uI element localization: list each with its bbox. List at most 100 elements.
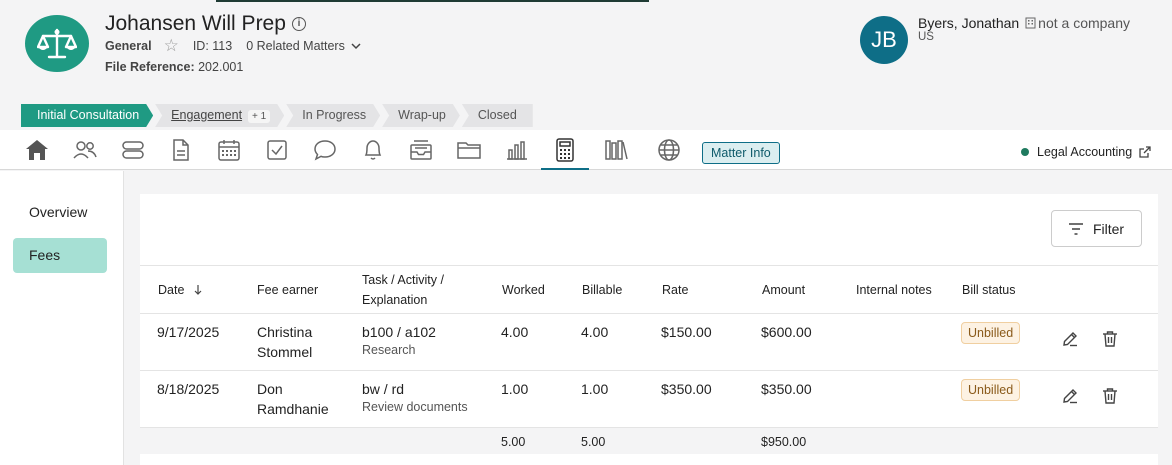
stack-icon[interactable] (120, 137, 146, 163)
total-billable: 5.00 (581, 435, 606, 449)
client-name[interactable]: Byers, Jonathan (918, 15, 1019, 31)
file-reference-value: 202.001 (198, 60, 244, 74)
chat-icon[interactable] (312, 137, 338, 163)
column-task-line2[interactable]: Explanation (362, 290, 427, 310)
matter-header: Johansen Will Prep i General ☆ ID: 113 0… (0, 0, 1172, 97)
building-icon (1025, 17, 1036, 29)
row-billable: 1.00 (581, 381, 609, 397)
document-icon[interactable] (168, 137, 194, 163)
column-date-label: Date (158, 283, 185, 297)
chevron-down-icon (351, 43, 361, 50)
column-internal-notes[interactable]: Internal notes (856, 280, 932, 300)
row-task: bw / rd (362, 381, 405, 397)
total-worked: 5.00 (501, 435, 526, 449)
column-rate[interactable]: Rate (662, 280, 688, 300)
star-icon[interactable]: ☆ (164, 37, 179, 54)
column-amount[interactable]: Amount (762, 280, 805, 300)
stage-label: Engagement (171, 108, 243, 122)
file-reference-label: File Reference: (105, 60, 195, 74)
column-worked[interactable]: Worked (502, 280, 545, 300)
client-avatar[interactable]: JB (860, 16, 908, 64)
filter-label: Filter (1092, 220, 1125, 237)
edit-icon[interactable] (1061, 387, 1079, 405)
matter-stage-bar: Initial Consultation Engagement + 1 In Pr… (21, 104, 535, 127)
matter-title: Johansen Will Prep (105, 12, 286, 35)
folder-icon[interactable] (456, 137, 482, 163)
edit-icon[interactable] (1061, 330, 1079, 348)
filter-button[interactable]: Filter (1051, 210, 1142, 247)
matter-id: ID: 113 (192, 39, 233, 53)
client-country: US (918, 31, 934, 43)
stage-label: Initial Consultation (37, 108, 140, 122)
column-task-line1[interactable]: Task / Activity / (362, 270, 444, 290)
column-date[interactable]: Date (158, 280, 204, 300)
calculator-icon[interactable] (541, 137, 589, 170)
external-link-icon (1139, 146, 1151, 158)
row-fee-earner-last: Stommel (257, 344, 313, 360)
globe-icon[interactable] (656, 137, 682, 163)
total-amount: $950.00 (761, 435, 807, 449)
fees-sidebar: Overview Fees (0, 171, 124, 465)
scales-of-justice-icon (25, 15, 89, 72)
row-amount: $600.00 (761, 324, 812, 340)
fees-table-header: Date Fee earner Task / Activity / Explan… (140, 265, 1158, 314)
matter-info-button[interactable]: Matter Info (702, 142, 780, 164)
library-icon[interactable] (604, 137, 630, 163)
client-info: Byers, Jonathan not a company (918, 15, 1130, 31)
status-badge: Unbilled (961, 379, 1021, 401)
checkbox-icon[interactable] (264, 137, 290, 163)
column-fee-earner[interactable]: Fee earner (257, 280, 318, 300)
filter-icon (1068, 222, 1083, 235)
fees-panel: Filter Date Fee earner Task / Activity /… (140, 194, 1158, 465)
trash-icon[interactable] (1101, 330, 1119, 348)
stage-in-progress[interactable]: In Progress (286, 104, 380, 127)
stage-label: Closed (477, 108, 517, 122)
sidebar-item-fees[interactable]: Fees (13, 238, 107, 273)
legal-accounting-link[interactable]: Legal Accounting (1021, 145, 1152, 159)
trash-icon[interactable] (1101, 387, 1119, 405)
sort-down-icon (194, 285, 202, 295)
stage-initial-consultation[interactable]: Initial Consultation (21, 104, 153, 127)
bar-chart-icon[interactable] (504, 137, 530, 163)
client-company-label: not a company (1038, 15, 1131, 31)
stage-badge: + 1 (248, 110, 270, 123)
stage-engagement[interactable]: Engagement + 1 (155, 104, 284, 127)
bell-icon[interactable] (360, 137, 386, 163)
related-matters-dropdown[interactable]: 0 Related Matters (246, 39, 363, 53)
column-billable[interactable]: Billable (582, 280, 622, 300)
row-rate: $350.00 (661, 381, 712, 397)
contacts-icon[interactable] (72, 137, 98, 163)
row-worked: 4.00 (501, 324, 529, 340)
inbox-icon[interactable] (408, 137, 434, 163)
stage-label: Wrap-up (398, 108, 446, 122)
row-rate: $150.00 (661, 324, 712, 340)
file-reference: File Reference: 202.001 (105, 60, 243, 74)
column-bill-status[interactable]: Bill status (962, 280, 1016, 300)
row-date: 8/18/2025 (157, 381, 220, 397)
client-company: not a company (1025, 15, 1130, 31)
calendar-icon[interactable] (216, 137, 242, 163)
table-row[interactable]: 9/17/2025 Christina Stommel b100 / a102 … (140, 314, 1158, 371)
stage-wrap-up[interactable]: Wrap-up (382, 104, 460, 127)
matter-toolbar: Matter Info Legal Accounting (0, 130, 1172, 170)
related-matters-label: 0 Related Matters (246, 39, 345, 53)
info-icon[interactable]: i (292, 17, 306, 31)
row-billable: 4.00 (581, 324, 609, 340)
stage-closed[interactable]: Closed (461, 104, 533, 127)
home-icon[interactable] (24, 137, 50, 163)
row-task: b100 / a102 (362, 324, 436, 340)
loading-bar (216, 0, 649, 2)
row-fee-earner-first: Christina (257, 324, 313, 340)
legal-accounting-label: Legal Accounting (1037, 145, 1133, 159)
status-dot-icon (1021, 148, 1029, 156)
row-worked: 1.00 (501, 381, 529, 397)
status-badge: Unbilled (961, 322, 1021, 344)
sidebar-item-overview[interactable]: Overview (13, 195, 107, 230)
stage-label: In Progress (302, 108, 367, 122)
row-explanation: Review documents (362, 400, 468, 414)
row-amount: $350.00 (761, 381, 812, 397)
totals-row: 5.00 5.00 $950.00 (140, 428, 1158, 454)
table-row[interactable]: 8/18/2025 Don Ramdhanie bw / rd Review d… (140, 371, 1158, 428)
row-fee-earner-first: Don (257, 381, 283, 397)
matter-type: General (105, 39, 152, 53)
